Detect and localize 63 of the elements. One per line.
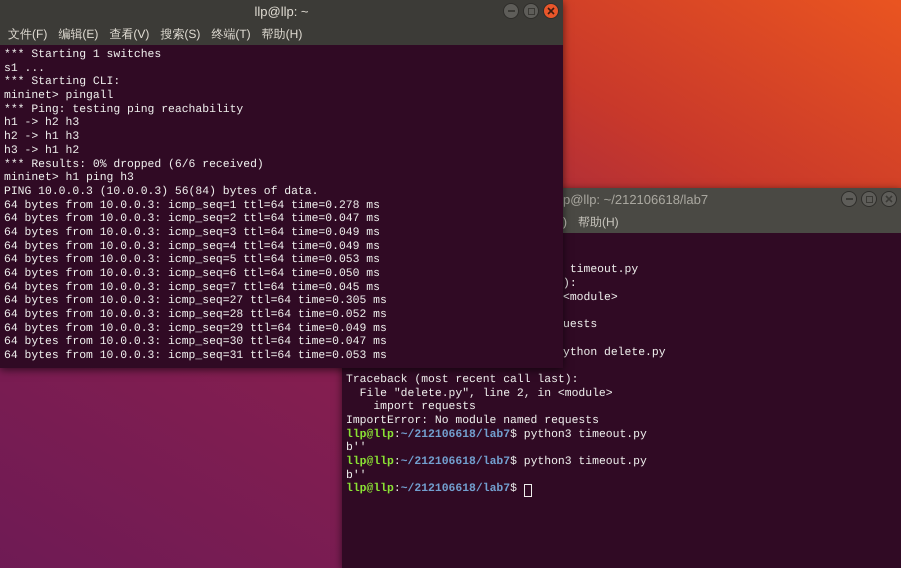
close-icon[interactable] bbox=[543, 3, 559, 19]
terminal-line: File "delete.py", line 2, in <module> bbox=[358, 388, 613, 400]
terminal-line: h1 -> h2 h3 bbox=[4, 117, 80, 130]
menu-item[interactable]: 帮助(H) bbox=[578, 213, 619, 231]
window-title: p@llp: ~/212106618/lab7 bbox=[563, 190, 708, 209]
window-title: llp@llp: ~ bbox=[254, 2, 309, 21]
terminal-line: ython delete.py bbox=[563, 346, 666, 358]
menu-item[interactable]: 帮助(H) bbox=[262, 25, 302, 43]
terminal-line: import requests bbox=[372, 401, 476, 414]
prompt-path: ~/212106618/lab7 bbox=[400, 428, 510, 442]
menu-item[interactable]: 文件(F) bbox=[8, 25, 48, 43]
menu-item[interactable]: 查看(V) bbox=[109, 25, 150, 43]
prompt-separator: : bbox=[394, 456, 401, 470]
prompt-path: ~/212106618/lab7 bbox=[400, 483, 510, 498]
terminal-line: h2 -> h1 h3 bbox=[4, 131, 80, 144]
terminal-line: 64 bytes from 10.0.0.3: icmp_seq=7 ttl=64 time=0.045 ms bbox=[4, 282, 380, 294]
terminal-line: *** Starting 1 switches bbox=[4, 49, 162, 63]
minimize-icon[interactable] bbox=[503, 3, 519, 19]
terminal-line: *** Starting CLI: bbox=[4, 76, 120, 90]
terminal-line: h3 -> h1 h2 bbox=[4, 144, 80, 158]
menu-item[interactable]: ) bbox=[563, 213, 567, 231]
terminal-line: 64 bytes from 10.0.0.3: icmp_seq=29 ttl=64 time=0.049 ms bbox=[4, 322, 387, 336]
terminal-line: 64 bytes from 10.0.0.3: icmp_seq=28 ttl=64 time=0.052 ms bbox=[4, 309, 387, 322]
menu-item[interactable]: 搜索(S) bbox=[160, 25, 200, 43]
prompt-user: llp@llp bbox=[346, 456, 394, 470]
terminal-line: <module> bbox=[563, 292, 618, 304]
terminal-line: Traceback (most recent call last): bbox=[346, 374, 578, 388]
terminal-line: 64 bytes from 10.0.0.3: icmp_seq=2 ttl=64 time=0.047 ms bbox=[4, 213, 380, 226]
prompt-user: llp@llp bbox=[346, 428, 394, 442]
prompt-path: ~/212106618/lab7 bbox=[400, 456, 510, 470]
terminal-line: *** Results: 0% dropped (6/6 received) bbox=[4, 158, 264, 172]
terminal-line: PING 10.0.0.3 (10.0.0.3) 56(84) bytes of data. bbox=[4, 186, 318, 200]
terminal-line: mininet> h1 ping h3 bbox=[4, 172, 134, 186]
prompt-user: llp@llp bbox=[346, 483, 394, 498]
terminal-line: 64 bytes from 10.0.0.3: icmp_seq=3 ttl=64 time=0.049 ms bbox=[4, 226, 380, 240]
cursor-icon bbox=[524, 484, 532, 497]
close-icon[interactable] bbox=[881, 191, 897, 207]
prompt-command: $ bbox=[510, 483, 518, 498]
prompt-command: $ python3 timeout.py bbox=[510, 456, 647, 470]
minimize-icon[interactable] bbox=[841, 191, 857, 207]
terminal-line: 64 bytes from 10.0.0.3: icmp_seq=5 ttl=64 time=0.053 ms bbox=[4, 254, 380, 268]
prompt-command: $ python3 timeout.py bbox=[510, 428, 647, 442]
terminal-line: ImportError: No module named requests bbox=[346, 414, 599, 428]
terminal-line: mininet> pingall bbox=[4, 90, 114, 104]
terminal-line: b'' bbox=[346, 470, 367, 482]
terminal-line: s1 ... bbox=[4, 62, 46, 76]
terminal-line: b'' bbox=[346, 442, 367, 456]
maximize-icon[interactable] bbox=[861, 191, 877, 207]
terminal-line: 64 bytes from 10.0.0.3: icmp_seq=4 ttl=64 time=0.049 ms bbox=[4, 240, 380, 254]
terminal-line: 64 bytes from 10.0.0.3: icmp_seq=27 ttl=64 time=0.305 ms bbox=[4, 295, 387, 308]
menu-item[interactable]: 编辑(E) bbox=[58, 25, 98, 43]
terminal-line: 64 bytes from 10.0.0.3: icmp_seq=6 ttl=64 time=0.050 ms bbox=[4, 268, 380, 282]
prompt-separator: : bbox=[394, 483, 401, 498]
terminal-line: 64 bytes from 10.0.0.3: icmp_seq=30 ttl=64 time=0.047 ms bbox=[4, 336, 387, 350]
terminal-line: *** Ping: testing ping reachability bbox=[4, 104, 244, 116]
prompt-separator: : bbox=[394, 428, 401, 442]
terminal-line: timeout.py bbox=[568, 264, 638, 276]
terminal-line: 64 bytes from 10.0.0.3: icmp_seq=1 ttl=64 time=0.278 ms bbox=[4, 200, 380, 212]
terminal-line: 64 bytes from 10.0.0.3: icmp_seq=31 ttl=64 time=0.053 ms bbox=[4, 350, 387, 364]
maximize-icon[interactable] bbox=[523, 3, 539, 19]
terminal-line: uests bbox=[563, 319, 598, 332]
menu-item[interactable]: 终端(T) bbox=[211, 25, 251, 43]
terminal-line: ): bbox=[563, 278, 577, 290]
